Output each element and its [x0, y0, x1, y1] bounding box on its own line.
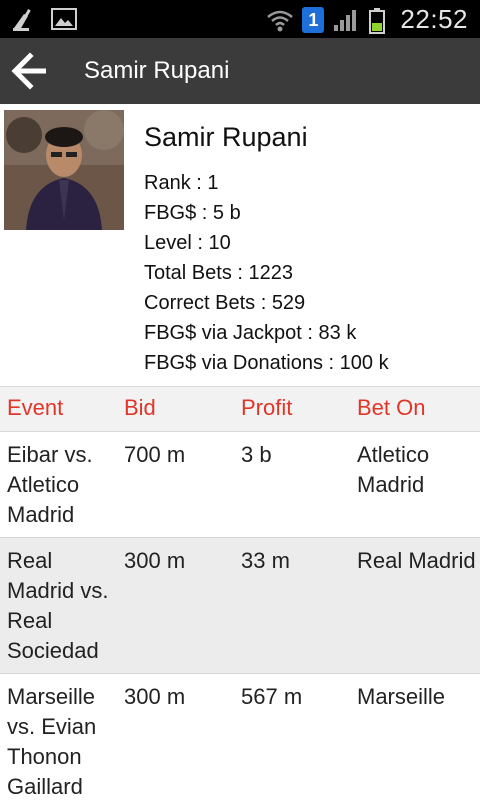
battery-icon [368, 7, 386, 34]
signal-icon [332, 7, 360, 33]
cell-event: Eibar vs. Atletico Madrid [7, 442, 93, 527]
cell-bid: 300 m [124, 684, 186, 709]
stat-total-bets: Total Bets : 1223 [144, 262, 293, 284]
cell-event: Marseille vs. Evian Thonon Gaillard [7, 684, 97, 799]
status-bar: 1 22:52 [0, 0, 480, 38]
cell-event: Real Madrid vs. Real Sociedad [7, 548, 109, 663]
page-title: Samir Rupani [84, 57, 230, 84]
clock: 22:52 [400, 4, 468, 34]
stat-fbg: FBG$ : 5 b [144, 202, 241, 224]
wifi-icon [266, 7, 294, 33]
gallery-icon [50, 6, 78, 32]
back-button[interactable] [10, 52, 50, 90]
table-row[interactable]: Eibar vs. Atletico Madrid 700 m 3 b Atle… [0, 432, 480, 538]
arrow-left-icon [11, 52, 46, 90]
cell-bet-on: Atletico Madrid [357, 442, 430, 497]
cell-profit: 567 m [241, 684, 303, 709]
cell-profit: 33 m [241, 548, 290, 573]
stat-fbg-jackpot: FBG$ via Jackpot : 83 k [144, 322, 357, 344]
cell-bet-on: Real Madrid [357, 548, 476, 573]
avatar [4, 110, 124, 230]
cell-bet-on: Marseille [357, 684, 446, 709]
stat-level: Level : 10 [144, 232, 231, 254]
stat-correct-bets: Correct Bets : 529 [144, 292, 306, 314]
table-row[interactable]: Real Madrid vs. Real Sociedad 300 m 33 m… [0, 538, 480, 674]
stat-fbg-donations: FBG$ via Donations : 100 k [144, 352, 389, 374]
profile-stats: Rank : 1 FBG$ : 5 b Level : 10 Total Bet… [144, 168, 389, 378]
cleanup-icon [10, 6, 38, 32]
profile-name: Samir Rupani [144, 122, 308, 152]
profile-card: Samir Rupani Rank : 1 FBG$ : 5 b Level :… [0, 104, 480, 386]
action-bar: Samir Rupani [0, 38, 480, 104]
table-row[interactable]: Marseille vs. Evian Thonon Gaillard 300 … [0, 674, 480, 800]
notification-badge: 1 [302, 6, 325, 33]
cell-bid: 300 m [124, 548, 186, 573]
stat-rank: Rank : 1 [144, 172, 219, 194]
cell-profit: 3 b [241, 442, 272, 467]
table-header: Event Bid Profit Bet On [0, 386, 480, 432]
column-header-event: Event [7, 395, 64, 420]
column-header-bet-on: Bet On [357, 395, 426, 420]
column-header-profit: Profit [241, 395, 293, 420]
cell-bid: 700 m [124, 442, 186, 467]
column-header-bid: Bid [124, 395, 156, 420]
